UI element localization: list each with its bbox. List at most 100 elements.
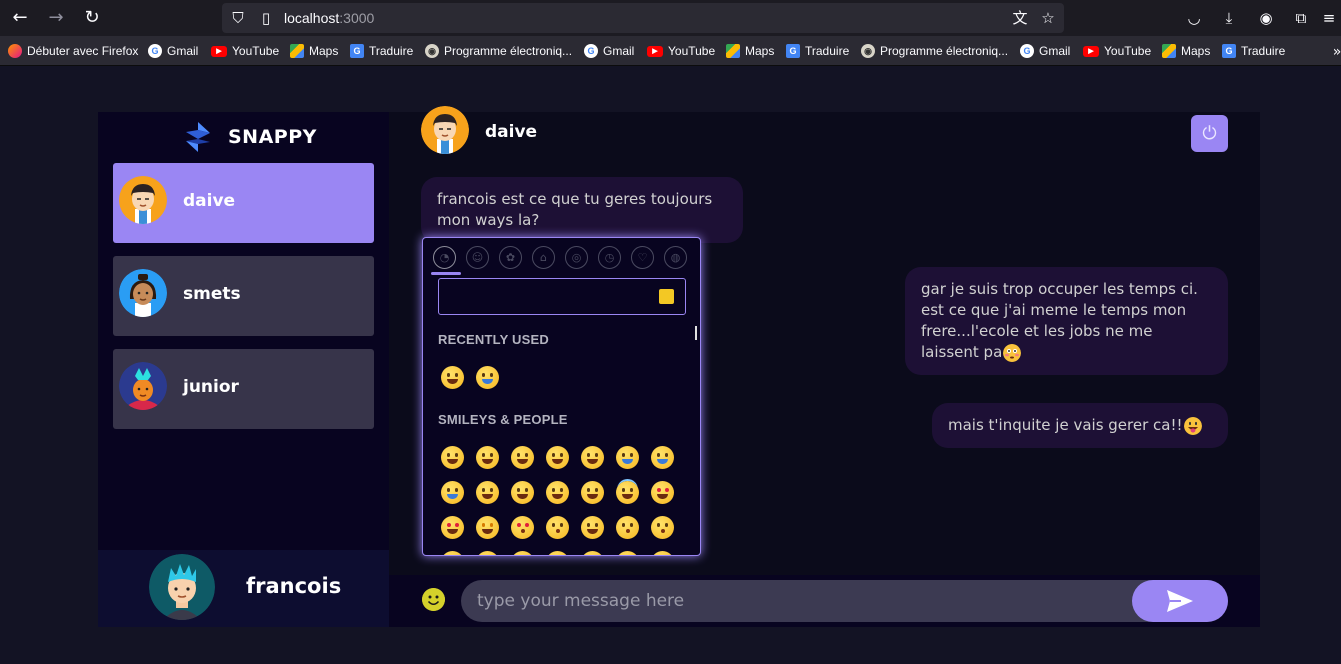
maps-icon (1162, 44, 1176, 58)
bookmark-item[interactable]: ▶ YouTube (211, 43, 279, 59)
innocent-icon[interactable] (616, 481, 639, 504)
contact-smets[interactable]: smets (113, 256, 374, 336)
wink-icon[interactable] (546, 481, 569, 504)
shield-icon[interactable]: ⛉ (228, 8, 248, 28)
bookmark-item[interactable]: G Gmail (584, 43, 634, 59)
emoji-icon[interactable] (616, 551, 639, 555)
food-category-icon[interactable]: ⌂ (532, 246, 555, 269)
emoji-icon[interactable] (546, 551, 569, 555)
emoji-icon[interactable] (581, 551, 604, 555)
translate-page-icon[interactable]: 文 (1010, 8, 1030, 28)
travel-category-icon[interactable]: ◷ (598, 246, 621, 269)
animals-category-icon[interactable]: ✿ (499, 246, 522, 269)
objects-category-icon[interactable]: ♡ (631, 246, 654, 269)
bookmark-item[interactable]: Maps (726, 43, 774, 59)
current-user-panel: francois (98, 550, 389, 627)
grinning-face-icon[interactable] (441, 366, 464, 389)
bookmark-item[interactable]: G Traduire (1222, 43, 1285, 59)
extensions-icon[interactable]: ⧉ (1290, 7, 1312, 29)
emoji-picker-toggle-icon[interactable] (422, 588, 445, 611)
contact-name: daive (183, 191, 236, 211)
avatar (119, 362, 167, 410)
joy-icon[interactable] (441, 481, 464, 504)
skin-tone-icon[interactable] (659, 289, 674, 304)
flags-category-icon[interactable]: ◍ (664, 246, 687, 269)
crying-face-icon[interactable] (476, 366, 499, 389)
emoji-search-input[interactable] (438, 278, 686, 315)
snappy-logo-icon (186, 122, 210, 152)
bookmark-item[interactable]: G Traduire (350, 43, 413, 59)
star-struck-icon[interactable] (476, 516, 499, 539)
bookmark-item[interactable]: Maps (1162, 43, 1210, 59)
kissing-icon[interactable] (546, 516, 569, 539)
url-text: localhost:3000 (284, 10, 375, 26)
contact-daive[interactable]: daive (113, 163, 374, 243)
section-title: RECENTLY USED (438, 332, 549, 347)
smile-icon[interactable] (511, 446, 534, 469)
relaxed-icon[interactable] (581, 516, 604, 539)
program-icon: ◉ (861, 44, 875, 58)
smiley-icon[interactable] (476, 446, 499, 469)
kissing-smiling-eyes-icon[interactable] (651, 516, 674, 539)
kissing-closed-eyes-icon[interactable] (616, 516, 639, 539)
emoji-icon[interactable] (511, 551, 534, 555)
bookmark-label: Gmail (167, 44, 199, 58)
emoji-icon[interactable] (476, 551, 499, 555)
brand: SNAPPY (182, 121, 317, 153)
bookmark-star-icon[interactable]: ☆ (1038, 8, 1058, 28)
grin-icon[interactable] (546, 446, 569, 469)
upside-down-icon[interactable] (511, 481, 534, 504)
bookmark-item[interactable]: G Gmail (1020, 43, 1070, 59)
smiling-hearts-icon[interactable] (651, 481, 674, 504)
message-input[interactable] (477, 580, 1127, 622)
laughing-icon[interactable] (581, 446, 604, 469)
translate-icon: G (1222, 44, 1236, 58)
google-icon: G (148, 44, 162, 58)
emoji-icon[interactable] (441, 551, 464, 555)
blush-icon[interactable] (581, 481, 604, 504)
page-icon[interactable]: ▯ (256, 8, 276, 28)
reload-icon[interactable]: ↻ (80, 6, 104, 30)
forward-icon[interactable]: → (44, 6, 68, 30)
bookmark-item[interactable]: ◉ Programme électroniq... (425, 43, 572, 59)
bookmark-item[interactable]: ▶ YouTube (647, 43, 715, 59)
sweat-smile-icon[interactable] (616, 446, 639, 469)
bookmark-item[interactable]: ◉ Programme électroniq... (861, 43, 1008, 59)
activity-category-icon[interactable]: ◎ (565, 246, 588, 269)
bookmark-item[interactable]: Débuter avec Firefox (8, 43, 138, 59)
kissing-heart-icon[interactable] (511, 516, 534, 539)
heart-eyes-icon[interactable] (441, 516, 464, 539)
bookmark-label: Programme électroniq... (444, 44, 573, 58)
bookmark-item[interactable]: G Gmail (148, 43, 198, 59)
message-composer (389, 575, 1260, 627)
logout-button[interactable]: ⏻ (1191, 115, 1228, 152)
brand-name: SNAPPY (228, 126, 317, 148)
smileys-category-icon[interactable]: ☺ (466, 246, 489, 269)
bookmark-label: Traduire (1241, 44, 1286, 58)
slight-smile-icon[interactable] (476, 481, 499, 504)
menu-icon[interactable]: ≡ (1318, 7, 1340, 29)
bookmark-item[interactable]: Maps (290, 43, 338, 59)
downloads-icon[interactable]: ⤓ (1218, 7, 1240, 29)
recent-category-icon[interactable]: ◔ (433, 246, 456, 269)
avatar (149, 554, 215, 620)
bookmark-item[interactable]: ▶ YouTube (1083, 43, 1151, 59)
back-icon[interactable]: ← (8, 6, 32, 30)
bookmark-item[interactable]: G Traduire (786, 43, 849, 59)
address-bar[interactable]: ⛉ ▯ localhost:3000 文 ☆ (222, 3, 1064, 33)
bookmark-label: Maps (1181, 44, 1211, 58)
bookmarks-overflow-icon[interactable]: » (1325, 40, 1341, 64)
emoji-icon[interactable] (651, 551, 674, 555)
bookmark-label: Gmail (603, 44, 635, 58)
account-icon[interactable]: ◉ (1255, 7, 1277, 29)
bookmark-label: Débuter avec Firefox (27, 44, 139, 58)
bookmark-label: Traduire (369, 44, 414, 58)
youtube-icon: ▶ (1083, 45, 1099, 57)
grinning-face-icon[interactable] (441, 446, 464, 469)
scrollbar[interactable] (695, 326, 697, 340)
pocket-icon[interactable]: ◡ (1183, 7, 1205, 29)
contact-junior[interactable]: junior (113, 349, 374, 429)
rofl-icon[interactable] (651, 446, 674, 469)
message-sent: gar je suis trop occuper les temps ci. e… (905, 267, 1228, 375)
send-button[interactable] (1132, 580, 1228, 622)
